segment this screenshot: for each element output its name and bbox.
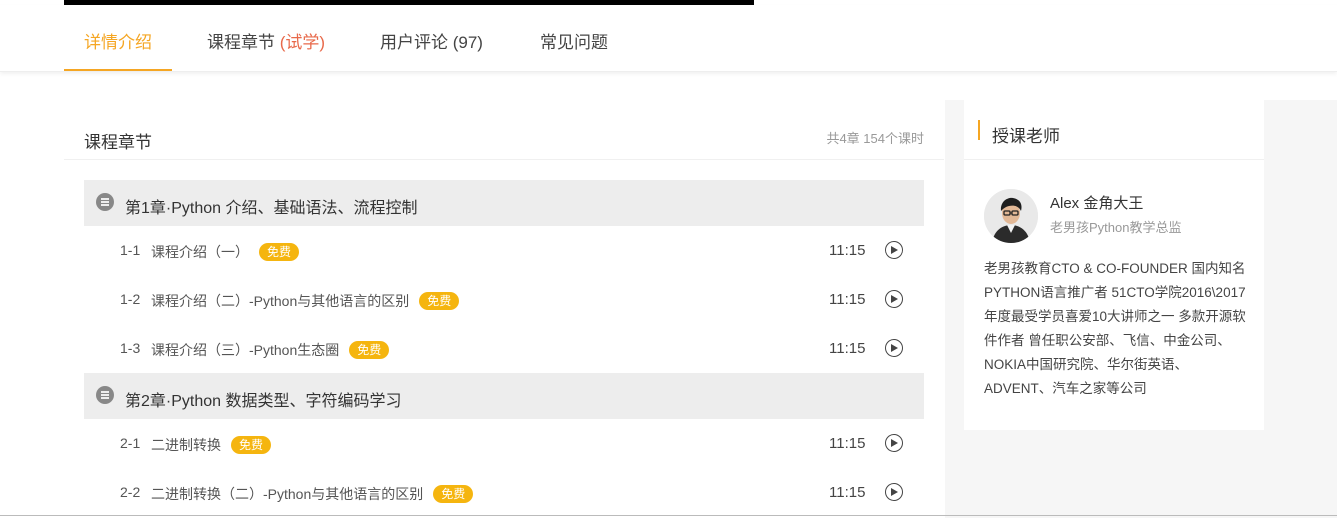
lesson-duration: 11:15 bbox=[829, 484, 866, 501]
free-badge: 免费 bbox=[349, 341, 390, 359]
lesson-duration: 11:15 bbox=[829, 242, 866, 259]
free-badge: 免费 bbox=[433, 485, 474, 503]
chapter-panel: 课程章节 共4章 154个课时 第1章·Python 介绍、基础语法、流程控制 … bbox=[64, 100, 944, 518]
person-avatar-icon bbox=[984, 189, 1038, 243]
accent-bar bbox=[978, 120, 980, 140]
lesson-row[interactable]: 1-1 课程介绍（一） 免费 11:15 bbox=[84, 226, 924, 275]
teacher-card-header: 授课老师 bbox=[964, 100, 1264, 160]
lesson-duration: 11:15 bbox=[829, 291, 866, 308]
free-badge: 免费 bbox=[419, 292, 460, 310]
list-icon bbox=[96, 193, 114, 211]
lesson-title: 课程介绍（二）-Python与其他语言的区别 bbox=[151, 293, 410, 309]
list-icon bbox=[96, 386, 114, 404]
lesson-title: 课程介绍（三）-Python生态圈 bbox=[151, 342, 340, 358]
tab-reviews[interactable]: 用户评论 (97) bbox=[380, 5, 483, 71]
lesson-number: 1-3 bbox=[120, 340, 141, 356]
lesson-duration: 11:15 bbox=[829, 340, 866, 357]
course-tabs: 详情介绍 课程章节 (试学) 用户评论 (97) 常见问题 bbox=[0, 5, 1337, 72]
chapter-header[interactable]: 第1章·Python 介绍、基础语法、流程控制 bbox=[84, 180, 924, 226]
chapter-stats: 共4章 154个课时 bbox=[826, 131, 924, 146]
teacher-section-title: 授课老师 bbox=[992, 127, 1060, 146]
free-badge: 免费 bbox=[231, 436, 272, 454]
lesson-number: 2-1 bbox=[120, 435, 141, 451]
lesson-duration: 11:15 bbox=[829, 435, 866, 452]
lesson-number: 2-2 bbox=[120, 484, 141, 500]
play-icon[interactable] bbox=[885, 290, 903, 308]
divider bbox=[0, 515, 1337, 516]
chapter-title: 第1章·Python 介绍、基础语法、流程控制 bbox=[125, 200, 418, 217]
lesson-title: 二进制转换（二）-Python与其他语言的区别 bbox=[151, 486, 424, 502]
chapter-panel-title: 课程章节 bbox=[84, 133, 152, 152]
avatar[interactable] bbox=[984, 189, 1038, 243]
chapter-header[interactable]: 第2章·Python 数据类型、字符编码学习 bbox=[84, 373, 924, 419]
teacher-name[interactable]: Alex 金角大王 bbox=[1050, 192, 1143, 213]
lesson-row[interactable]: 1-2 课程介绍（二）-Python与其他语言的区别 免费 11:15 bbox=[84, 275, 924, 324]
tab-faq[interactable]: 常见问题 bbox=[540, 5, 608, 71]
teacher-description: 老男孩教育CTO & CO-FOUNDER 国内知名PYTHON语言推广者 51… bbox=[984, 261, 1246, 396]
play-icon[interactable] bbox=[885, 434, 903, 452]
play-icon[interactable] bbox=[885, 339, 903, 357]
teacher-role: 老男孩Python教学总监 bbox=[1050, 220, 1182, 235]
lesson-row[interactable]: 2-1 二进制转换 免费 11:15 bbox=[84, 419, 924, 468]
lesson-row[interactable]: 1-3 课程介绍（三）-Python生态圈 免费 11:15 bbox=[84, 324, 924, 373]
lesson-title: 二进制转换 bbox=[151, 437, 221, 453]
lesson-number: 1-2 bbox=[120, 291, 141, 307]
play-icon[interactable] bbox=[885, 483, 903, 501]
play-icon[interactable] bbox=[885, 241, 903, 259]
free-badge: 免费 bbox=[259, 243, 300, 261]
tab-details[interactable]: 详情介绍 bbox=[64, 5, 172, 71]
chapter-title: 第2章·Python 数据类型、字符编码学习 bbox=[125, 393, 402, 410]
lesson-row[interactable]: 2-2 二进制转换（二）-Python与其他语言的区别 免费 11:15 bbox=[84, 468, 924, 517]
lesson-title: 课程介绍（一） bbox=[151, 244, 249, 260]
chapter-panel-header: 课程章节 共4章 154个课时 bbox=[64, 100, 944, 160]
lesson-number: 1-1 bbox=[120, 242, 141, 258]
teacher-card: 授课老师 Alex 金角大王 老男孩Python教学总监 老男孩教育CTO & … bbox=[964, 100, 1264, 430]
tab-chapters[interactable]: 课程章节 (试学) bbox=[207, 5, 325, 71]
trial-label: (试学) bbox=[279, 33, 326, 52]
